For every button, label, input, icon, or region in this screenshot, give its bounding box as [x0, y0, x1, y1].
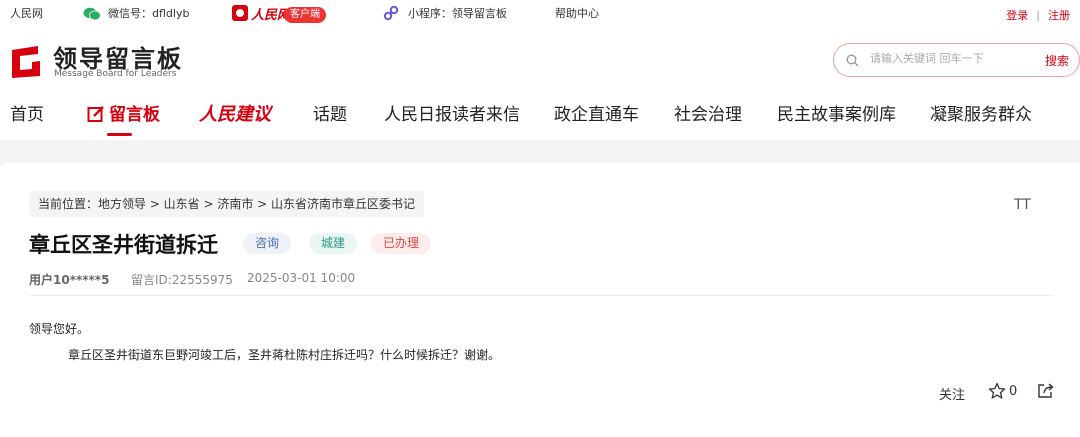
client-badge[interactable]: 客户端: [284, 7, 326, 23]
logo-mark-icon[interactable]: [10, 44, 46, 78]
wechat-label: 微信号：dfldlyb: [108, 7, 190, 20]
miniprogram-icon: [383, 5, 399, 21]
auth-links: 登录 | 注册: [1006, 7, 1070, 23]
nav-topics[interactable]: 话题: [313, 104, 347, 126]
message-user: 用户10*****5: [29, 273, 110, 287]
register-link[interactable]: 注册: [1048, 9, 1070, 22]
pencil-icon: [87, 106, 104, 122]
message-id: 留言ID:22555975: [131, 273, 233, 287]
star-count: 0: [1009, 384, 1018, 399]
search-input[interactable]: [870, 52, 1030, 65]
nav-gov-enterprise[interactable]: 政企直通车: [554, 104, 639, 126]
login-link[interactable]: 登录: [1006, 9, 1028, 22]
nav-serve-public[interactable]: 凝聚服务群众: [930, 104, 1032, 126]
nav-social-governance[interactable]: 社会治理: [674, 104, 742, 126]
app-icon[interactable]: [232, 5, 248, 21]
top-bar: 人民网 微信号：dfldlyb 人民网+ 客户端 小程序：领导留言板 帮助中心 …: [0, 0, 1080, 28]
nav-readers-letters[interactable]: 人民日报读者来信: [384, 104, 520, 126]
tag-urban-construction: 城建: [309, 233, 358, 254]
star-icon[interactable]: [988, 382, 1006, 400]
wechat-icon: [83, 7, 101, 21]
message-body: 章丘区圣井街道东巨野河竣工后，圣井蒋杜陈村庄拆迁吗？什么时候拆迁？谢谢。: [68, 348, 501, 362]
search-button[interactable]: 搜索: [1045, 52, 1069, 69]
auth-separator: |: [1036, 9, 1040, 22]
status-badge: 已办理: [371, 233, 432, 254]
logo-subtitle: Message Board for Leaders: [54, 69, 177, 79]
divider: [29, 295, 1053, 296]
message-card: 当前位置：地方领导 > 山东省 > 济南市 > 山东省济南市章丘区委书记 TT …: [0, 163, 1080, 437]
nav-message-board[interactable]: 留言板: [109, 104, 160, 126]
nav-active-indicator: [107, 133, 132, 136]
site-link[interactable]: 人民网: [10, 7, 43, 21]
share-icon[interactable]: [1037, 382, 1054, 399]
nav-home[interactable]: 首页: [10, 104, 44, 126]
search-box: 搜索: [833, 43, 1080, 77]
nav-people-suggestions[interactable]: 人民建议: [199, 104, 271, 126]
message-greeting: 领导您好。: [29, 322, 90, 336]
help-link[interactable]: 帮助中心: [555, 7, 599, 21]
miniprogram-link[interactable]: 小程序：领导留言板: [408, 7, 507, 21]
tag-consult: 咨询: [243, 233, 292, 254]
message-title: 章丘区圣井街道拆迁: [29, 233, 218, 257]
main-nav: 首页 留言板 人民建议 话题 人民日报读者来信 政企直通车 社会治理 民主故事案…: [0, 90, 1080, 140]
header: 领导留言板 Message Board for Leaders 搜索: [0, 28, 1080, 90]
nav-democracy-cases[interactable]: 民主故事案例库: [777, 104, 896, 126]
font-size-icon[interactable]: TT: [1014, 197, 1031, 213]
search-icon: [846, 54, 859, 67]
breadcrumb[interactable]: 当前位置：地方领导 > 山东省 > 济南市 > 山东省济南市章丘区委书记: [29, 191, 425, 217]
follow-button[interactable]: 关注: [939, 384, 965, 403]
message-datetime: 2025-03-01 10:00: [247, 271, 356, 285]
